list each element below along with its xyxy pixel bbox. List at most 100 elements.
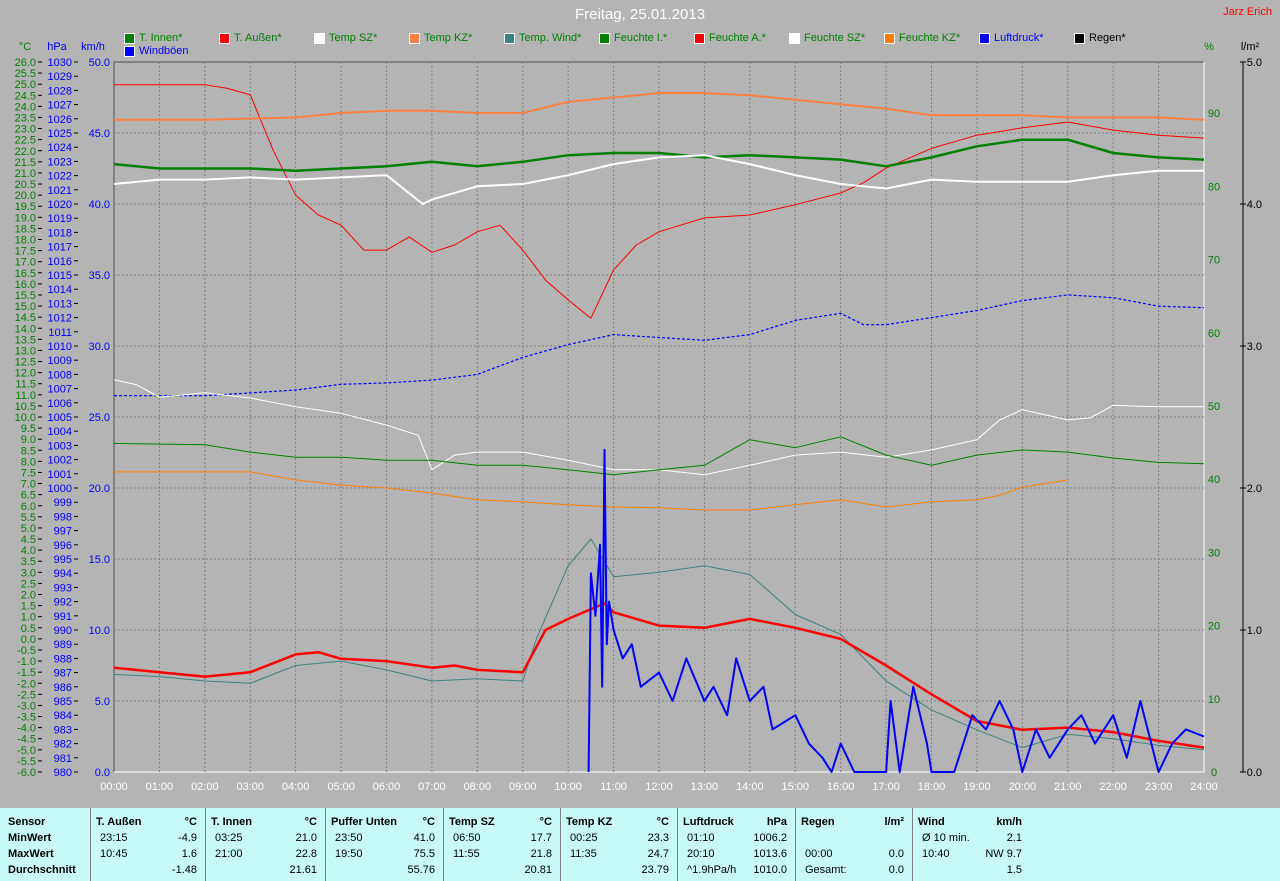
pressure-tick-label: 1014 [48,284,72,296]
temp-tick-label: 5.0 [21,523,36,535]
column-divider [90,808,91,881]
table-cell-time: 23:15 [100,832,128,844]
table-cell-value: 17.7 [530,832,552,844]
rain-tick-label: 0.0 [1247,767,1262,779]
humidity-tick-label: 70 [1208,255,1220,267]
pressure-tick-label: 991 [54,611,72,623]
x-tick-label: 06:00 [373,781,401,793]
pressure-tick-label: 985 [54,696,72,708]
rain-tick-label: 1.0 [1247,625,1262,637]
table-cell-time: 00:25 [570,832,598,844]
x-tick-label: 22:00 [1099,781,1127,793]
temp-tick-label: 23.5 [15,112,36,124]
temp-tick-label: 23.0 [15,124,36,136]
temp-tick-label: 4.0 [21,545,36,557]
column-divider [912,808,913,881]
x-tick-label: 18:00 [918,781,946,793]
table-cell-value: 1013.6 [753,848,787,860]
table-cell-value: NW 9.7 [985,848,1022,860]
temp-tick-label: -4.5 [17,734,36,746]
x-tick-label: 00:00 [100,781,128,793]
wind-tick-label: 5.0 [95,696,110,708]
table-cell-value: 75.5 [413,848,435,860]
pressure-tick-label: 1009 [48,355,72,367]
table-row-label: Sensor [8,816,46,828]
temp-tick-label: -3.5 [17,712,36,724]
rain-axis-unit: l/m² [1241,41,1260,53]
temp-tick-label: 20.5 [15,179,36,191]
temp-tick-label: 13.5 [15,334,36,346]
temp-tick-label: 13.0 [15,345,36,357]
table-cell-value: 24.7 [647,848,669,860]
table-cell-time: 20:10 [687,848,715,860]
table-column-header: Temp KZ [566,816,613,828]
humidity-tick-label: 80 [1208,181,1220,193]
pressure-tick-label: 1000 [48,483,72,495]
table-cell-time: 10:45 [100,848,128,860]
temp-tick-label: 16.0 [15,279,36,291]
temp-tick-label: 25.5 [15,68,36,80]
x-tick-label: 07:00 [418,781,446,793]
temp-tick-label: 11.0 [15,390,36,402]
column-divider [795,808,796,881]
pressure-tick-label: 1020 [48,199,72,211]
temp-tick-label: 0.5 [21,623,36,635]
table-row-label: Durchschnitt [8,864,76,876]
pressure-tick-label: 987 [54,668,72,680]
x-tick-label: 23:00 [1145,781,1173,793]
temp-tick-label: 22.5 [15,135,36,147]
table-cell-value: 2.1 [1006,832,1022,844]
table-column-unit: °C [184,816,197,828]
table-column-header: Regen [801,816,835,828]
temp-tick-label: 25.0 [15,79,36,91]
table-cell-value: 21.0 [295,832,317,844]
pressure-tick-label: 1008 [48,369,72,381]
table-cell-time: 10:40 [922,848,950,860]
weather-chart: 00:00 01:00 02:00 03:00 04:00 05:00 06:00 07:00… [15,41,1262,793]
temp-tick-label: 19.5 [15,201,36,213]
wind-tick-label: 50.0 [89,57,110,69]
pressure-tick-label: 999 [54,497,72,509]
humidity-axis-unit: % [1204,41,1214,53]
x-tick-label: 21:00 [1054,781,1082,793]
humidity-tick-label: 50 [1208,401,1220,413]
x-tick-label: 01:00 [146,781,174,793]
temp-tick-label: 20.0 [15,190,36,202]
pressure-tick-label: 1003 [48,440,72,452]
pressure-tick-label: 1024 [48,142,72,154]
pressure-tick-label: 998 [54,511,72,523]
wind-tick-label: 30.0 [89,341,110,353]
table-column-header: Puffer Unten [331,816,397,828]
table-cell-value: 55.76 [407,864,435,876]
wind-tick-label: 0.0 [95,767,110,779]
table-column-header: T. Innen [211,816,252,828]
temp-tick-label: -5.0 [17,745,36,757]
x-tick-label: 15:00 [781,781,809,793]
pressure-tick-label: 1030 [48,57,72,69]
temp-tick-label: 24.0 [15,101,36,113]
table-cell-value: 1.5 [1006,864,1022,876]
table-cell-value: 23.79 [641,864,669,876]
pressure-axis-unit: hPa [47,41,67,53]
pressure-tick-label: 997 [54,526,72,538]
temp-tick-label: 18.0 [15,235,36,247]
temp-tick-label: 5.5 [21,512,36,524]
temp-tick-label: -1.5 [17,667,36,679]
humidity-tick-label: 0 [1211,767,1217,779]
table-cell-time: 00:00 [805,848,833,860]
temp-tick-label: -0.5 [17,645,36,657]
x-tick-label: 17:00 [872,781,900,793]
rain-tick-label: 2.0 [1247,483,1262,495]
pressure-tick-label: 1021 [48,185,72,197]
pressure-tick-label: 1013 [48,298,72,310]
temp-tick-label: 14.5 [15,312,36,324]
table-column-unit: l/m² [884,816,904,828]
temp-tick-label: 3.0 [21,567,36,579]
pressure-tick-label: 983 [54,724,72,736]
pressure-tick-label: 1028 [48,85,72,97]
table-cell-value: 1.6 [181,848,197,860]
temp-tick-label: 21.5 [15,157,36,169]
temp-tick-label: -6.0 [17,767,36,779]
rain-tick-label: 3.0 [1247,341,1262,353]
table-cell-time: 06:50 [453,832,481,844]
